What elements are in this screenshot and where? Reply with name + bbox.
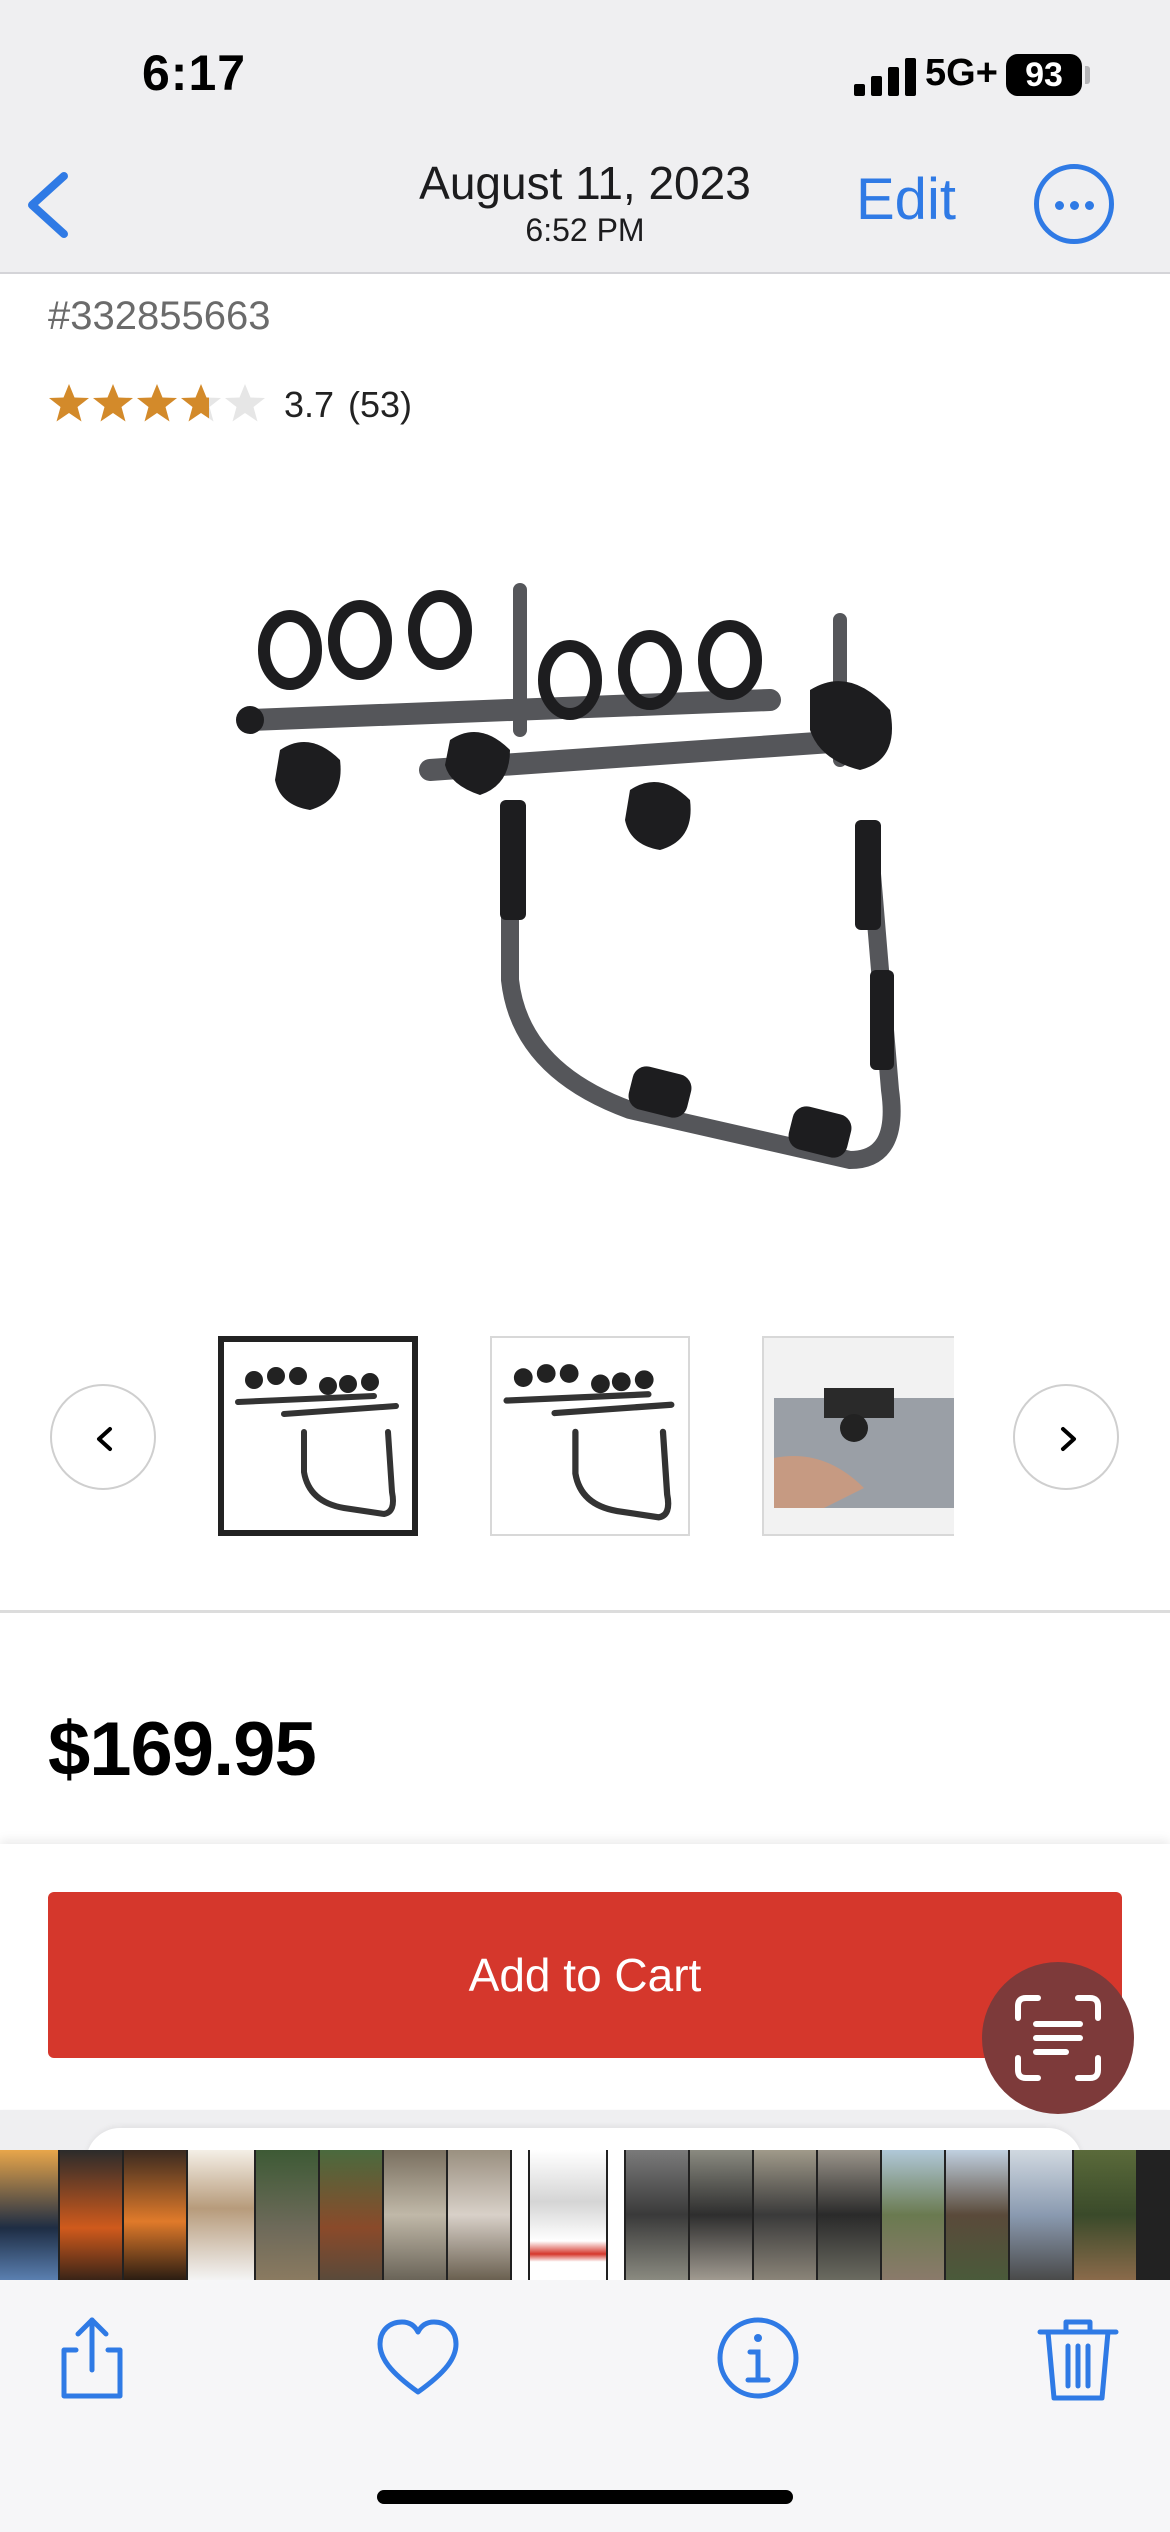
rating-value: 3.7 (284, 384, 335, 425)
thumbnail-2[interactable] (490, 1336, 690, 1536)
back-chevron-icon[interactable] (22, 170, 74, 240)
more-icon[interactable] (1034, 164, 1114, 244)
strip-photo[interactable] (512, 2150, 528, 2280)
next-chevron-icon (1061, 1427, 1076, 1451)
strip-photo[interactable] (946, 2150, 1008, 2280)
strip-photo[interactable] (626, 2150, 688, 2280)
thumbnail-image (764, 1338, 954, 1534)
trash-icon[interactable] (1030, 2310, 1126, 2406)
previous-image-button[interactable] (50, 1384, 156, 1490)
strip-photo[interactable] (690, 2150, 752, 2280)
status-time: 6:17 (142, 45, 247, 101)
live-text-icon (1015, 1995, 1101, 2081)
strip-photo[interactable] (818, 2150, 880, 2280)
live-text-button[interactable] (982, 1962, 1134, 2114)
network-type: 5G+ (925, 52, 998, 94)
add-to-cart-button[interactable]: Add to Cart (48, 1892, 1122, 2058)
prev-chevron-icon (97, 1427, 112, 1451)
star-rating (49, 384, 265, 422)
strip-photo[interactable] (384, 2150, 446, 2280)
strip-photo-current[interactable] (530, 2150, 606, 2280)
strip-photo[interactable] (320, 2150, 382, 2280)
signal-icon (854, 58, 916, 96)
battery-level: 93 (1006, 54, 1082, 96)
strip-photo[interactable] (882, 2150, 944, 2280)
edit-button[interactable]: Edit (856, 166, 956, 233)
strip-photo[interactable] (0, 2150, 58, 2280)
review-count[interactable]: (53) (348, 384, 412, 426)
photo-time: 6:52 PM (525, 212, 645, 248)
strip-photo[interactable] (754, 2150, 816, 2280)
photo-date: August 11, 2023 (419, 157, 751, 209)
strip-photo[interactable] (608, 2150, 624, 2280)
product-sku: #332855663 (48, 294, 271, 338)
strip-photo[interactable] (256, 2150, 318, 2280)
thumbnail-1-selected[interactable] (218, 1336, 418, 1536)
battery-cap (1085, 66, 1090, 84)
info-icon[interactable] (710, 2310, 806, 2406)
strip-photo[interactable] (60, 2150, 122, 2280)
thumbnail-image (503, 1364, 675, 1521)
strip-photo[interactable] (448, 2150, 510, 2280)
strip-photo[interactable] (1010, 2150, 1072, 2280)
next-image-button[interactable] (1013, 1384, 1119, 1490)
thumbnail-3[interactable] (762, 1336, 954, 1536)
heart-icon[interactable] (370, 2310, 466, 2406)
strip-photo[interactable] (188, 2150, 254, 2280)
strip-photo[interactable] (124, 2150, 186, 2280)
strip-photo[interactable] (1074, 2150, 1136, 2280)
photo-scrubber[interactable] (0, 2150, 1170, 2280)
product-price: $169.95 (48, 1707, 317, 1792)
thumbnail-image (235, 1367, 399, 1518)
share-icon[interactable] (44, 2310, 140, 2406)
home-indicator[interactable] (377, 2490, 793, 2504)
section-divider (0, 1610, 1170, 1613)
product-image (236, 583, 901, 1170)
